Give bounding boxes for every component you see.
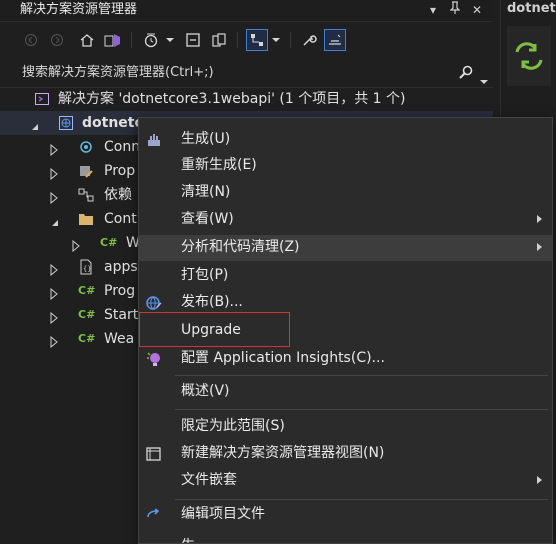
- expanded-arrow-icon[interactable]: [50, 213, 60, 226]
- home-icon[interactable]: [76, 29, 98, 51]
- submenu-arrow-icon: [537, 215, 542, 223]
- tree-item-label: Cont: [104, 211, 137, 227]
- menu-item-label: 新建解决方案资源管理器视图(N): [181, 445, 385, 461]
- menu-item-file-nesting[interactable]: 文件嵌套: [139, 468, 552, 494]
- chevron-down-icon[interactable]: [270, 29, 282, 51]
- menu-separator: [175, 375, 548, 376]
- pin-dropdown-icon[interactable]: ▾: [430, 1, 436, 19]
- publish-globe-icon: [145, 294, 163, 312]
- menu-item-build[interactable]: 生成(U): [139, 127, 552, 153]
- chevron-down-icon[interactable]: [164, 29, 176, 51]
- menu-item-application-insights[interactable]: 配置 Application Insights(C)...: [139, 346, 552, 372]
- solution-label: 解决方案 'dotnetcore3.1webapi' (1 个项目，共 1 个): [58, 91, 406, 107]
- menu-item-label: 查看(W): [181, 211, 234, 227]
- menu-item-rebuild[interactable]: 重新生成(E): [139, 153, 552, 179]
- back-icon[interactable]: [20, 29, 42, 51]
- collapsed-arrow-icon[interactable]: [50, 333, 60, 349]
- menu-item-overview[interactable]: 概述(V): [139, 379, 552, 405]
- solution-icon: [34, 91, 50, 107]
- collapsed-arrow-icon[interactable]: [50, 165, 60, 181]
- edit-project-icon: [145, 506, 163, 524]
- tree-solution-row[interactable]: 解决方案 'dotnetcore3.1webapi' (1 个项目，共 1 个): [0, 87, 493, 111]
- panel-title-bar: 解决方案资源管理器 ▾ ✕: [0, 0, 493, 22]
- json-file-icon: {}: [78, 259, 94, 275]
- menu-item-label: 编辑项目文件: [181, 506, 265, 522]
- expanded-arrow-icon[interactable]: [30, 117, 40, 130]
- application-insights-icon: [145, 350, 163, 368]
- preview-selected-items-icon[interactable]: [324, 29, 346, 51]
- dependencies-icon: [78, 187, 94, 203]
- csharp-file-icon: C#: [78, 284, 96, 297]
- menu-item-label: 生: [181, 537, 195, 543]
- svg-text:{}: {}: [83, 265, 91, 273]
- collapsed-arrow-icon[interactable]: [50, 285, 60, 301]
- menu-item-view[interactable]: 查看(W): [139, 207, 552, 233]
- close-icon[interactable]: ✕: [472, 1, 482, 19]
- menu-item-pack[interactable]: 打包(P): [139, 263, 552, 289]
- tree-item-label: 依赖: [104, 187, 132, 203]
- menu-item-label: 限定为此范围(S): [181, 418, 285, 434]
- panel-title: 解决方案资源管理器: [20, 2, 138, 17]
- menu-item-label: 配置 Application Insights(C)...: [181, 350, 385, 366]
- build-icon: [145, 131, 163, 149]
- csharp-file-icon: C#: [100, 236, 118, 249]
- web-project-icon: [58, 115, 74, 131]
- search-input[interactable]: 搜索解决方案资源管理器(Ctrl+;): [22, 64, 214, 82]
- menu-item-label: Upgrade: [181, 322, 241, 338]
- tree-item-label: Prop: [104, 163, 136, 179]
- menu-item-edit-project-file[interactable]: 编辑项目文件: [139, 502, 552, 528]
- tree-item-label: Start: [104, 307, 139, 323]
- menu-item-label: 生成(U): [181, 131, 231, 147]
- menu-item-label: 概述(V): [181, 383, 230, 399]
- csharp-file-icon: C#: [78, 332, 96, 345]
- menu-item-label: 清理(N): [181, 184, 231, 200]
- collapsed-arrow-icon[interactable]: [50, 309, 60, 325]
- submenu-arrow-icon: [537, 476, 542, 484]
- menu-item-label: 发布(B)...: [181, 294, 243, 310]
- collapsed-arrow-icon[interactable]: [50, 189, 60, 205]
- pending-changes-filter-icon[interactable]: [140, 29, 162, 51]
- menu-item-partial[interactable]: 生: [139, 534, 552, 543]
- menu-item-label: 文件嵌套: [181, 472, 237, 488]
- show-all-files-icon[interactable]: [208, 29, 230, 51]
- submenu-arrow-icon: [537, 243, 542, 251]
- properties-wrench-icon: [78, 163, 94, 179]
- menu-item-label: 重新生成(E): [181, 157, 257, 173]
- menu-item-upgrade[interactable]: Upgrade: [139, 318, 552, 344]
- search-bar[interactable]: 搜索解决方案资源管理器(Ctrl+;): [0, 59, 493, 88]
- panel-toolbar: [0, 22, 493, 58]
- menu-item-clean[interactable]: 清理(N): [139, 180, 552, 206]
- collapse-all-icon[interactable]: [182, 29, 204, 51]
- folder-icon: [78, 211, 94, 227]
- menu-item-label: 分析和代码清理(Z): [181, 239, 300, 255]
- menu-separator: [175, 409, 548, 410]
- search-icon[interactable]: [458, 64, 474, 84]
- context-menu: 生成(U) 重新生成(E) 清理(N) 查看(W) 分析和代码清理(Z) 打包(…: [138, 117, 553, 544]
- tree-item-label: apps: [104, 259, 138, 275]
- editor-preview: [507, 26, 551, 86]
- tree-item-label: Wea: [104, 331, 135, 347]
- collapsed-arrow-icon[interactable]: [50, 261, 60, 277]
- collapsed-arrow-icon[interactable]: [50, 141, 60, 157]
- tree-item-label: Conn: [104, 139, 141, 155]
- menu-item-scope-to-this[interactable]: 限定为此范围(S): [139, 414, 552, 440]
- pin-icon[interactable]: [449, 1, 461, 20]
- new-view-icon: [145, 445, 163, 463]
- sync-with-document-icon[interactable]: [246, 29, 268, 51]
- menu-item-publish[interactable]: 发布(B)...: [139, 290, 552, 316]
- properties-wrench-icon[interactable]: [298, 29, 320, 51]
- tree-item-label: Prog: [104, 283, 136, 299]
- project-label: dotnetc: [82, 115, 143, 131]
- menu-item-analyze-code-cleanup[interactable]: 分析和代码清理(Z): [139, 235, 552, 261]
- collapsed-arrow-icon[interactable]: [72, 237, 82, 253]
- csharp-file-icon: C#: [78, 308, 96, 321]
- switch-views-icon[interactable]: [102, 29, 124, 51]
- forward-icon[interactable]: [46, 29, 68, 51]
- connected-services-icon: [78, 139, 94, 155]
- menu-separator: [175, 499, 548, 500]
- menu-item-new-explorer-view[interactable]: 新建解决方案资源管理器视图(N): [139, 441, 552, 467]
- menu-item-label: 打包(P): [181, 267, 229, 283]
- editor-tab[interactable]: dotnet: [507, 1, 556, 16]
